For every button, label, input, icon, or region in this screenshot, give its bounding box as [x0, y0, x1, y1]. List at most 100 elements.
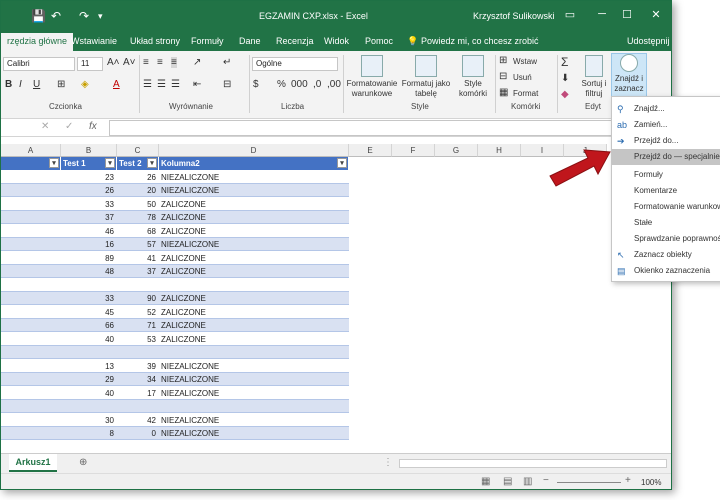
- table-cell[interactable]: 52: [117, 305, 159, 319]
- table-cell[interactable]: [117, 400, 159, 413]
- column-header-h[interactable]: H: [478, 144, 521, 157]
- column-header-e[interactable]: E: [349, 144, 392, 157]
- table-cell[interactable]: ZALICZONE: [159, 305, 349, 319]
- table-header-cell[interactable]: Test 2 ▾: [117, 157, 159, 170]
- table-cell[interactable]: 0: [117, 427, 159, 440]
- table-cell[interactable]: NIEZALICZONE: [159, 238, 349, 251]
- table-cell[interactable]: [1, 197, 61, 211]
- cell-styles-button[interactable]: Style komórki: [454, 55, 492, 99]
- table-cell[interactable]: [1, 319, 61, 332]
- number-format-select[interactable]: Ogólne: [252, 57, 338, 71]
- table-cell[interactable]: NIEZALICZONE: [159, 386, 349, 400]
- decrease-font-icon[interactable]: A˅: [123, 57, 136, 68]
- tell-me-search[interactable]: Powiedz mi, co chcesz zrobić: [421, 36, 539, 46]
- merge-icon[interactable]: ⊟: [223, 79, 231, 90]
- tab-review[interactable]: Recenzja: [276, 36, 314, 46]
- autosum-icon[interactable]: Σ: [561, 55, 568, 69]
- align-left-icon[interactable]: ☰: [143, 79, 152, 90]
- table-cell[interactable]: [117, 278, 159, 292]
- menu-item-constants[interactable]: Stałe: [612, 215, 720, 231]
- table-cell[interactable]: [1, 427, 61, 440]
- undo-icon[interactable]: ↶: [51, 9, 61, 23]
- column-header-c[interactable]: C: [117, 144, 159, 157]
- table-cell[interactable]: 33: [61, 292, 117, 305]
- table-cell[interactable]: NIEZALICZONE: [159, 359, 349, 373]
- table-cell[interactable]: NIEZALICZONE: [159, 373, 349, 386]
- format-cells-button[interactable]: Format: [513, 89, 538, 98]
- table-cell[interactable]: [1, 373, 61, 386]
- zoom-slider[interactable]: [557, 482, 621, 483]
- table-cell[interactable]: 33: [61, 197, 117, 211]
- menu-item-find[interactable]: ⚲ Znajdź...: [612, 101, 720, 117]
- font-color-icon[interactable]: A: [113, 79, 120, 90]
- filter-dropdown-icon[interactable]: ▾: [337, 158, 347, 168]
- menu-item-data-validation[interactable]: Sprawdzanie poprawności: [612, 231, 720, 247]
- increase-font-icon[interactable]: A˄: [107, 57, 120, 68]
- align-right-icon[interactable]: ☰: [171, 79, 180, 90]
- table-cell[interactable]: 37: [61, 211, 117, 224]
- table-cell[interactable]: 37: [117, 265, 159, 278]
- table-cell[interactable]: 8: [61, 427, 117, 440]
- table-cell[interactable]: ZALICZONE: [159, 265, 349, 278]
- table-cell[interactable]: 66: [61, 319, 117, 332]
- table-cell[interactable]: ZALICZONE: [159, 319, 349, 332]
- maximize-button[interactable]: ☐: [618, 8, 636, 21]
- font-size-select[interactable]: 11: [77, 57, 103, 71]
- table-cell[interactable]: 48: [61, 265, 117, 278]
- table-cell[interactable]: 53: [117, 332, 159, 346]
- filter-dropdown-icon[interactable]: ▾: [147, 158, 157, 168]
- underline-icon[interactable]: U: [33, 79, 40, 90]
- table-cell[interactable]: 16: [61, 238, 117, 251]
- menu-item-conditional-formatting[interactable]: Formatowanie warunkowe: [612, 199, 720, 215]
- table-cell[interactable]: [1, 238, 61, 251]
- align-top-icon[interactable]: ≡: [143, 57, 149, 68]
- page-break-view-icon[interactable]: ▥: [523, 476, 532, 487]
- table-cell[interactable]: 89: [61, 251, 117, 265]
- wrap-text-icon[interactable]: ↵: [223, 57, 231, 68]
- decimal-decrease-icon[interactable]: ,00: [327, 79, 341, 90]
- table-cell[interactable]: 26: [117, 170, 159, 184]
- table-cell[interactable]: [1, 332, 61, 346]
- column-header-d[interactable]: D: [159, 144, 349, 157]
- save-icon[interactable]: 💾: [31, 9, 46, 23]
- fx-icon[interactable]: fx: [89, 121, 97, 132]
- table-cell[interactable]: 46: [61, 224, 117, 238]
- table-cell[interactable]: NIEZALICZONE: [159, 170, 349, 184]
- tab-view[interactable]: Widok: [324, 36, 349, 46]
- ribbon-display-icon[interactable]: ▭: [561, 8, 579, 21]
- italic-icon[interactable]: I: [19, 79, 22, 90]
- column-header-g[interactable]: G: [435, 144, 478, 157]
- table-header-cell[interactable]: ▾: [1, 157, 61, 170]
- align-center-icon[interactable]: ☰: [157, 79, 166, 90]
- table-cell[interactable]: [1, 170, 61, 184]
- table-cell[interactable]: 50: [117, 197, 159, 211]
- font-name-select[interactable]: Calibri: [3, 57, 75, 71]
- table-cell[interactable]: ZALICZONE: [159, 251, 349, 265]
- orientation-icon[interactable]: ↗: [193, 57, 201, 68]
- zoom-level[interactable]: 100%: [641, 478, 661, 487]
- table-cell[interactable]: 90: [117, 292, 159, 305]
- column-header-a[interactable]: A: [1, 144, 61, 157]
- fill-color-icon[interactable]: ◈: [81, 79, 89, 90]
- find-select-button[interactable]: Znajdź i zaznacz: [611, 53, 647, 99]
- page-layout-view-icon[interactable]: ▤: [503, 476, 512, 487]
- table-cell[interactable]: [117, 346, 159, 359]
- sort-filter-button[interactable]: Sortuj i filtruj: [579, 55, 609, 99]
- table-cell[interactable]: [61, 346, 117, 359]
- menu-item-goto[interactable]: ➔ Przejdź do...: [612, 133, 720, 149]
- table-cell[interactable]: [1, 278, 61, 292]
- redo-icon[interactable]: ↷: [79, 9, 89, 23]
- conditional-formatting-button[interactable]: Formatowanie warunkowe: [346, 55, 398, 99]
- table-cell[interactable]: [1, 224, 61, 238]
- table-cell[interactable]: 17: [117, 386, 159, 400]
- table-cell[interactable]: 78: [117, 211, 159, 224]
- close-button[interactable]: ✕: [647, 8, 665, 21]
- table-cell[interactable]: 34: [117, 373, 159, 386]
- horizontal-scrollbar[interactable]: [399, 459, 667, 468]
- menu-item-formulas[interactable]: Formuły: [612, 167, 720, 183]
- normal-view-icon[interactable]: ▦: [481, 476, 490, 487]
- table-cell[interactable]: ZALICZONE: [159, 211, 349, 224]
- align-middle-icon[interactable]: ≡: [157, 57, 163, 68]
- menu-item-goto-special[interactable]: Przejdź do — specjalnie...: [612, 149, 720, 165]
- menu-item-replace[interactable]: ab Zamień...: [612, 117, 720, 133]
